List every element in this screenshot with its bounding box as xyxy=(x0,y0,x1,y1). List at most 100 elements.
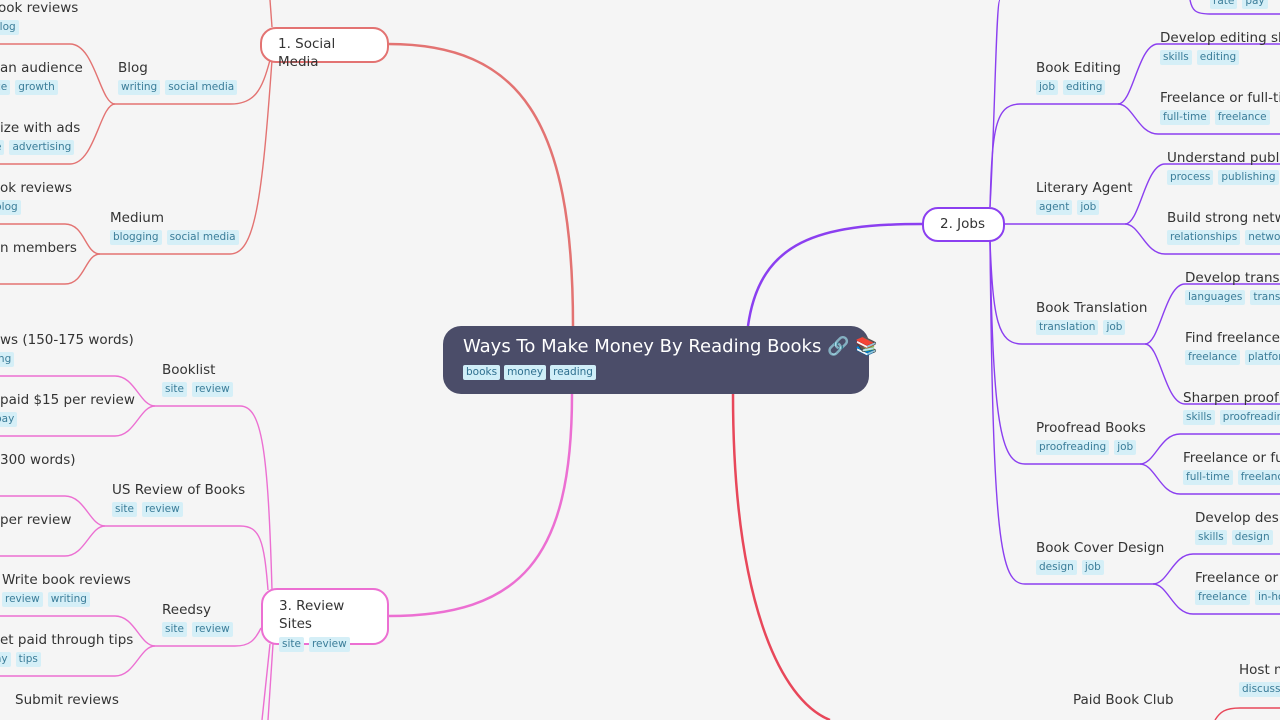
topic-node[interactable]: n members xyxy=(0,238,77,258)
tag[interactable]: translat xyxy=(1250,290,1280,305)
tag[interactable]: site xyxy=(279,637,304,652)
branch-social-media[interactable]: 1. Social Media xyxy=(260,27,389,70)
tag[interactable]: review xyxy=(191,622,233,637)
topic-node[interactable]: Develop desig skills design xyxy=(1195,508,1280,545)
topic-node[interactable]: Understand publish process publishing xyxy=(1167,148,1280,185)
tag[interactable]: money xyxy=(504,365,547,380)
topic-tags: pay xyxy=(0,412,135,427)
tag[interactable]: skills xyxy=(1160,50,1192,65)
topic-node[interactable]: ws (150-175 words) ing xyxy=(0,330,134,367)
tag[interactable]: relationships xyxy=(1167,230,1241,245)
tag[interactable]: review xyxy=(2,592,43,607)
branch-jobs[interactable]: 2. Jobs xyxy=(922,207,1005,242)
tag[interactable]: skills xyxy=(1183,410,1215,425)
tag[interactable]: blog xyxy=(0,20,19,35)
topic-node[interactable]: Submit reviews xyxy=(15,690,119,710)
tag[interactable]: languages xyxy=(1185,290,1246,305)
tag[interactable]: job xyxy=(1103,320,1126,335)
topic-node[interactable]: Freelance or full-tim full-time freelance xyxy=(1160,88,1280,125)
tag[interactable]: growth xyxy=(15,80,58,95)
tag[interactable]: job xyxy=(1036,80,1059,95)
tag[interactable]: pay xyxy=(0,412,18,427)
tag[interactable]: blogging xyxy=(110,230,162,245)
topic-node[interactable]: ook reviews blog xyxy=(0,0,78,35)
tag[interactable]: site xyxy=(112,502,137,517)
topic-node[interactable]: et paid through tips aytips xyxy=(0,630,133,667)
tag[interactable]: ce xyxy=(0,80,11,95)
tag[interactable]: freelance xyxy=(1195,590,1250,605)
tag[interactable]: in-hou xyxy=(1254,590,1280,605)
topic-node[interactable]: Book Editing job editing xyxy=(1036,58,1121,95)
tag[interactable]: review xyxy=(141,502,183,517)
topic-node[interactable]: Sharpen proofre skills proofreading xyxy=(1183,388,1280,425)
tag[interactable]: network xyxy=(1245,230,1280,245)
topic-node[interactable]: Develop translat languages translat xyxy=(1185,268,1280,305)
tag[interactable]: ing xyxy=(0,352,15,367)
tag[interactable]: full-time xyxy=(1183,470,1233,485)
tag[interactable]: process xyxy=(1167,170,1214,185)
tag[interactable]: e xyxy=(0,140,5,155)
tag[interactable]: ay xyxy=(0,652,11,667)
tag[interactable]: proofreading xyxy=(1036,440,1110,455)
tag[interactable]: rate xyxy=(1210,0,1238,9)
topic-node[interactable]: 300 words) xyxy=(0,450,76,470)
topic-node[interactable]: an audience ce growth xyxy=(0,58,83,95)
tag[interactable]: editing xyxy=(1063,80,1106,95)
tag[interactable]: books xyxy=(463,365,501,380)
tag[interactable]: tips xyxy=(15,652,41,667)
tag[interactable]: social media xyxy=(165,80,238,95)
topic-node[interactable]: Freelance or in freelance in-hou xyxy=(1195,568,1280,605)
topic-node[interactable]: Booklist site review xyxy=(162,360,233,397)
tag[interactable]: job xyxy=(1114,440,1137,455)
tag[interactable]: discussi xyxy=(1239,682,1280,697)
tag[interactable]: writing xyxy=(47,592,90,607)
topic-node[interactable]: Develop editing skill skills editing xyxy=(1160,28,1280,65)
tag[interactable]: platform xyxy=(1244,350,1280,365)
tag[interactable]: agent xyxy=(1036,200,1073,215)
topic-node[interactable]: paid $15 per review pay xyxy=(0,390,135,427)
tag[interactable]: freelance xyxy=(1237,470,1280,485)
topic-node[interactable]: Blog writing social media xyxy=(118,58,238,95)
topic-node[interactable]: ok reviews blog xyxy=(0,178,72,215)
topic-node[interactable]: US Review of Books site review xyxy=(112,480,245,517)
tag[interactable]: editing xyxy=(1196,50,1240,65)
topic-node[interactable]: ize with ads e advertising xyxy=(0,118,80,155)
tag[interactable]: freelance xyxy=(1185,350,1240,365)
tag[interactable]: design xyxy=(1231,530,1273,545)
tag[interactable]: reading xyxy=(550,365,596,380)
topic-node[interactable]: Host m discussi xyxy=(1239,660,1280,697)
topic-node[interactable]: Proofread Books proofreading job xyxy=(1036,418,1146,455)
topic-node[interactable]: per review xyxy=(0,510,71,530)
tag[interactable]: job xyxy=(1077,200,1100,215)
tag[interactable]: translation xyxy=(1036,320,1099,335)
tag[interactable]: site xyxy=(162,622,187,637)
tag[interactable]: writing xyxy=(118,80,161,95)
tag[interactable]: publishing xyxy=(1218,170,1279,185)
topic-node[interactable]: Paid Book Club xyxy=(1073,690,1174,710)
tag[interactable]: review xyxy=(308,637,350,652)
tag[interactable]: review xyxy=(191,382,233,397)
link-icon[interactable]: 🔗 xyxy=(827,336,849,357)
root-node[interactable]: Ways To Make Money By Reading Books 🔗 📚 … xyxy=(443,326,878,394)
tag[interactable]: proofreading xyxy=(1219,410,1280,425)
topic-node[interactable]: Write book reviews review writing xyxy=(2,570,131,607)
tag[interactable]: advertising xyxy=(9,140,75,155)
tag[interactable]: design xyxy=(1036,560,1077,575)
tag[interactable]: blog xyxy=(0,200,21,215)
topic-node[interactable]: Book Translation translation job xyxy=(1036,298,1147,335)
topic-node[interactable]: Medium blogging social media xyxy=(110,208,239,245)
topic-node[interactable]: Reedsy site review xyxy=(162,600,233,637)
tag[interactable]: job xyxy=(1081,560,1104,575)
tag[interactable]: site xyxy=(162,382,187,397)
branch-review-sites[interactable]: 3. Review Sites site review xyxy=(261,588,389,652)
topic-node[interactable]: Literary Agent agent job xyxy=(1036,178,1132,215)
tag[interactable]: full-time xyxy=(1160,110,1210,125)
topic-node[interactable]: Book Cover Design design job xyxy=(1036,538,1164,575)
tag[interactable]: pay xyxy=(1242,0,1268,9)
topic-node[interactable]: Find freelance w freelance platform xyxy=(1185,328,1280,365)
tag[interactable]: freelance xyxy=(1214,110,1270,125)
tag[interactable]: social media xyxy=(166,230,239,245)
topic-node[interactable]: Freelance or full-full-time freelance xyxy=(1183,448,1280,485)
topic-node[interactable]: Build strong netwo relationships network xyxy=(1167,208,1280,245)
tag[interactable]: skills xyxy=(1195,530,1227,545)
